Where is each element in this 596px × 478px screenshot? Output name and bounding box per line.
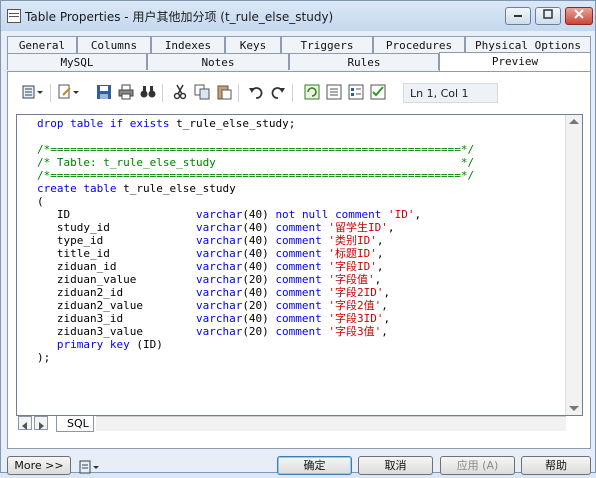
scroll-left-button[interactable]	[18, 416, 32, 430]
code-line: create table t_rule_else_study	[37, 182, 236, 195]
preview-toolbar: Ln 1, Col 1	[8, 78, 590, 108]
code-line: type_id varchar(40) comment '类别ID',	[37, 234, 384, 247]
tab-columns[interactable]: Columns	[77, 36, 151, 53]
more-button[interactable]: More >>	[7, 456, 71, 475]
code-line: (	[37, 195, 44, 208]
maximize-icon	[543, 9, 553, 19]
paste-icon	[217, 85, 232, 100]
toolbar-separator	[292, 84, 293, 102]
checklist-icon	[370, 84, 386, 100]
redo-button[interactable]	[270, 84, 286, 100]
tab-notes[interactable]: Notes	[147, 53, 289, 70]
code-line: );	[37, 351, 51, 364]
sql-tab[interactable]: SQL	[56, 416, 94, 432]
code-line: ID varchar(40) not null comment 'ID',	[37, 208, 422, 221]
arrow-right-icon	[39, 422, 44, 430]
code-line: drop table if exists t_rule_else_study;	[37, 117, 296, 130]
list-icon	[326, 84, 342, 100]
cursor-position: Ln 1, Col 1	[403, 83, 498, 103]
properties-icon	[22, 85, 43, 99]
code-line: ziduan2_id varchar(40) comment '字段2ID',	[37, 286, 391, 299]
binoculars-icon	[140, 86, 156, 98]
code-line: ziduan2_value varchar(20) comment '字段2值'…	[37, 299, 388, 312]
code-line: ziduan3_id varchar(40) comment '字段3ID',	[37, 312, 391, 325]
code-line: ziduan3_value varchar(20) comment '字段3值'…	[37, 325, 388, 338]
tab-general[interactable]: General	[7, 36, 77, 53]
show-generation-options-button[interactable]	[326, 84, 342, 100]
code-line: primary key (ID)	[56, 338, 163, 351]
maximize-button[interactable]	[535, 7, 561, 25]
print-icon	[118, 84, 134, 100]
ok-button[interactable]: 确定	[277, 456, 352, 475]
refresh-icon	[304, 84, 320, 100]
scroll-down-arrow-icon[interactable]	[569, 406, 579, 411]
preview-panel: Ln 1, Col 1 drop table if exists t_rule_…	[7, 71, 591, 449]
tab-keys[interactable]: Keys	[225, 36, 281, 53]
code-line: ziduan_id varchar(40) comment '字段ID',	[37, 260, 384, 273]
horizontal-scrollbar[interactable]	[96, 416, 566, 431]
tab-mysql[interactable]: MySQL	[7, 53, 147, 70]
sql-code: drop table if exists t_rule_else_study; …	[37, 117, 474, 364]
tab-preview[interactable]: Preview	[439, 52, 591, 71]
find-button[interactable]	[140, 84, 156, 100]
scroll-up-arrow-icon[interactable]	[569, 119, 579, 124]
code-line: /*======================================…	[37, 169, 475, 182]
window-icon	[7, 9, 21, 23]
cancel-button[interactable]: 取消	[358, 456, 433, 475]
editor-bottom-bar: SQL	[16, 416, 583, 432]
scroll-right-button[interactable]	[34, 416, 48, 430]
list-options-button[interactable]	[79, 459, 101, 478]
save-button[interactable]	[96, 84, 112, 100]
scissors-icon	[173, 84, 187, 100]
toolbar-separator	[238, 84, 239, 102]
tab-triggers[interactable]: Triggers	[281, 36, 373, 53]
select-generation-options-button[interactable]	[348, 84, 364, 100]
list-options-icon	[79, 460, 99, 474]
tab-physical-options[interactable]: Physical Options	[465, 36, 591, 53]
code-line: ziduan_value varchar(20) comment '字段值',	[37, 273, 382, 286]
undo-button[interactable]	[248, 84, 264, 100]
edit-icon	[58, 84, 79, 99]
redo-icon	[271, 87, 285, 99]
new-dropdown-button[interactable]	[58, 84, 79, 100]
toolbar-separator	[50, 84, 51, 102]
copy-button[interactable]	[194, 84, 210, 100]
sql-preview-editor[interactable]: drop table if exists t_rule_else_study; …	[16, 114, 583, 416]
properties-dropdown-button[interactable]	[22, 84, 43, 100]
table-properties-window: Table Properties - 用户其他加分项 (t_rule_else_…	[0, 0, 596, 475]
code-line: /* Table: t_rule_else_study */	[37, 156, 475, 169]
print-button[interactable]	[118, 84, 134, 100]
vertical-scrollbar[interactable]	[565, 115, 582, 415]
undo-icon	[249, 87, 263, 99]
window-title: Table Properties - 用户其他加分项 (t_rule_else_…	[25, 10, 334, 24]
refresh-button[interactable]	[304, 84, 320, 100]
code-line: title_id varchar(40) comment '标题ID',	[37, 247, 384, 260]
title-bar: Table Properties - 用户其他加分项 (t_rule_else_…	[1, 1, 595, 31]
save-icon	[97, 85, 111, 99]
arrow-left-icon	[22, 422, 27, 430]
copy-icon	[194, 84, 210, 100]
close-icon	[574, 9, 584, 19]
tab-rules[interactable]: Rules	[289, 53, 439, 70]
close-button[interactable]	[565, 7, 593, 25]
paste-button[interactable]	[216, 84, 232, 100]
cut-button[interactable]	[172, 84, 188, 100]
change-generation-options-button[interactable]	[370, 84, 386, 100]
tab-indexes[interactable]: Indexes	[151, 36, 225, 53]
options-icon	[348, 84, 364, 100]
apply-button[interactable]: 应用 (A)	[440, 456, 515, 475]
minimize-button[interactable]	[505, 7, 531, 25]
code-line: study_id varchar(40) comment '留学生ID',	[37, 221, 395, 234]
minimize-icon	[514, 15, 522, 17]
code-line: /*======================================…	[37, 143, 475, 156]
toolbar-separator	[162, 84, 163, 102]
tab-procedures[interactable]: Procedures	[373, 36, 465, 53]
help-button[interactable]: 帮助	[521, 456, 591, 475]
